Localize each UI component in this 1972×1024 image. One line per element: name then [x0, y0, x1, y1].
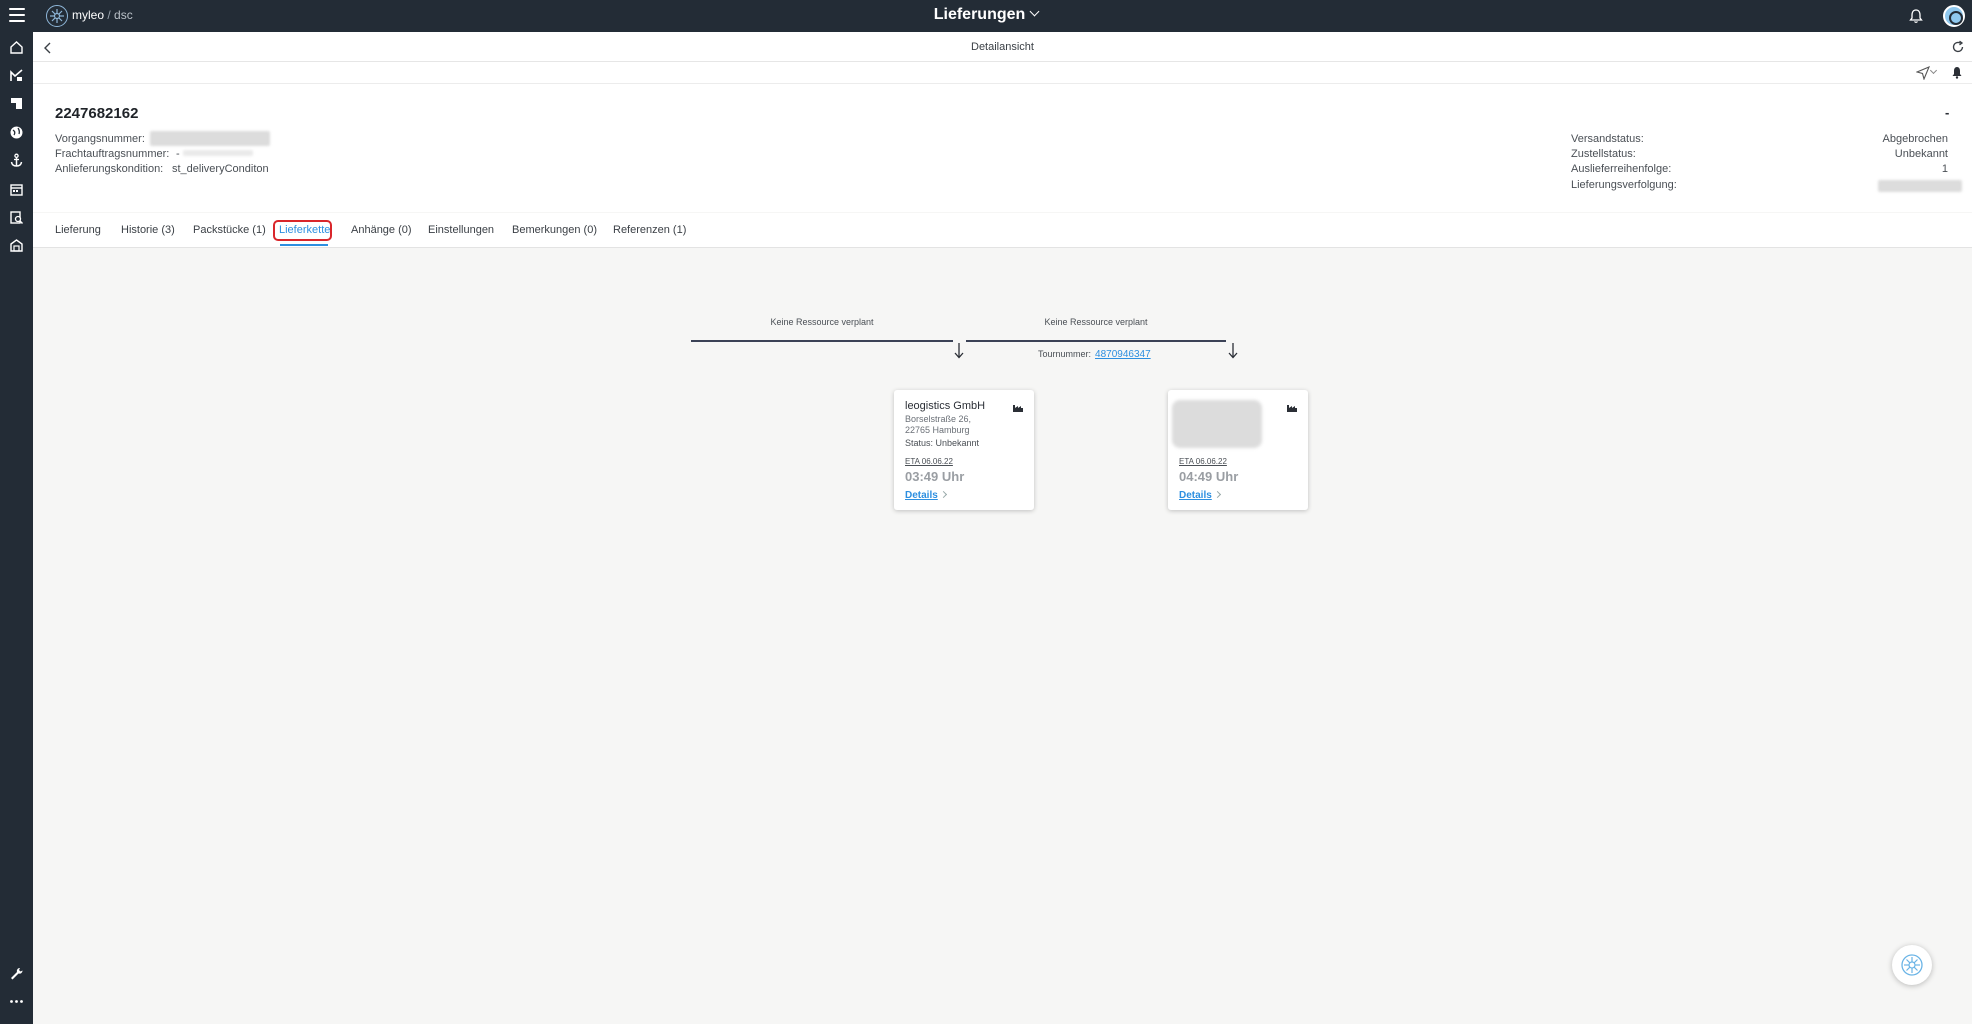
field-label-anlieferungskondition: Anlieferungskondition:	[55, 163, 164, 175]
arrow-down-icon	[954, 343, 964, 359]
anchor-icon[interactable]	[9, 153, 24, 168]
segment-line	[691, 340, 953, 342]
field-label-vorgangsnummer: Vorgangsnummer:	[55, 133, 145, 145]
tour-number-link[interactable]: 4870946347	[1095, 349, 1151, 360]
tab-lieferung[interactable]: Lieferung	[55, 224, 101, 236]
node-time: 03:49 Uhr	[905, 469, 965, 484]
top-bar: myleo / dsc Lieferungen	[0, 0, 1972, 32]
dashboard-icon[interactable]	[9, 96, 24, 111]
node-eta: ETA 06.06.22	[1179, 457, 1227, 466]
active-tab-underline	[280, 244, 328, 246]
field-value-versandstatus: Abgebrochen	[1882, 133, 1948, 145]
tab-packstuecke[interactable]: Packstücke (1)	[193, 224, 266, 236]
brand-sub-label: dsc	[114, 8, 133, 22]
tab-historie[interactable]: Historie (3)	[121, 224, 175, 236]
details-link[interactable]: Details	[905, 490, 947, 501]
tab-einstellungen[interactable]: Einstellungen	[428, 224, 494, 236]
field-label-lieferungsverfolgung: Lieferungsverfolgung:	[1571, 179, 1677, 191]
header-dash: -	[1945, 105, 1950, 120]
field-value-zustellstatus: Unbekannt	[1894, 148, 1948, 160]
more-icon[interactable]	[9, 994, 24, 1009]
brand-label: myleo	[72, 8, 105, 22]
brand-logo-icon[interactable]	[46, 5, 68, 27]
delivery-header-card: 2247682162 - Vorgangsnummer: Frachtauftr…	[33, 84, 1972, 212]
arrow-down-icon	[1228, 343, 1238, 359]
field-value-auslieferreihenfolge: 1	[1941, 163, 1948, 175]
left-nav-rail	[0, 32, 33, 1024]
action-toolbar	[33, 62, 1972, 84]
node-address-line1: Borselstraße 26,	[905, 414, 972, 424]
factory-icon	[1012, 400, 1024, 412]
chevron-down-icon[interactable]	[1929, 66, 1938, 75]
brand-separator: /	[107, 8, 111, 22]
redacted-value	[183, 150, 253, 156]
warehouse-icon[interactable]	[9, 238, 24, 253]
details-link[interactable]: Details	[1179, 490, 1221, 501]
send-icon[interactable]	[1915, 65, 1931, 81]
alert-bell-icon[interactable]	[1951, 66, 1963, 79]
detail-header-bar: Detailansicht	[33, 32, 1972, 62]
delivery-planning-icon[interactable]	[9, 68, 24, 83]
page-title: Detailansicht	[971, 41, 1034, 53]
tab-bemerkungen[interactable]: Bemerkungen (0)	[512, 224, 597, 236]
field-label-auslieferreihenfolge: Auslieferreihenfolge:	[1571, 163, 1672, 175]
field-value-anlieferungskondition: st_deliveryConditon	[172, 163, 269, 175]
document-search-icon[interactable]	[9, 210, 24, 225]
tab-referenzen[interactable]: Referenzen (1)	[613, 224, 686, 236]
refresh-icon[interactable]	[1951, 40, 1965, 54]
tour-info: Tournummer: 4870946347	[1038, 349, 1151, 360]
segment-line	[966, 340, 1226, 342]
calendar-icon[interactable]	[9, 182, 24, 197]
app-title-dropdown: Lieferungen	[0, 6, 1972, 24]
field-value-frachtauftragsnummer: -	[176, 148, 180, 160]
notification-bell-icon[interactable]	[1908, 8, 1924, 24]
delivery-id: 2247682162	[55, 105, 139, 122]
chevron-right-icon	[1213, 490, 1221, 499]
chain-node-card[interactable]: ETA 06.06.22 04:49 Uhr Details	[1168, 390, 1308, 510]
node-time: 04:49 Uhr	[1179, 469, 1239, 484]
redacted-value	[1172, 400, 1262, 448]
details-label: Details	[905, 490, 938, 501]
segment-label: Keine Ressource verplant	[770, 317, 874, 327]
user-avatar[interactable]	[1943, 5, 1965, 27]
chain-node-card[interactable]: leogistics GmbH Borselstraße 26, 22765 H…	[894, 390, 1034, 510]
node-address-line2: 22765 Hamburg	[905, 425, 970, 435]
tab-anhaenge[interactable]: Anhänge (0)	[351, 224, 412, 236]
menu-icon[interactable]	[9, 8, 25, 22]
app-title[interactable]: Lieferungen	[934, 6, 1026, 23]
factory-icon	[1286, 400, 1298, 412]
redacted-value	[150, 131, 270, 146]
field-label-versandstatus: Versandstatus:	[1571, 133, 1644, 145]
chevron-down-icon[interactable]	[1029, 6, 1040, 17]
tab-lieferkette[interactable]: Lieferkette	[279, 224, 330, 236]
tour-label: Tournummer:	[1038, 349, 1092, 359]
assistant-fab[interactable]	[1892, 945, 1932, 985]
segment-label: Keine Ressource verplant	[1044, 317, 1148, 327]
node-status: Status: Unbekannt	[905, 438, 980, 448]
brand-name[interactable]: myleo / dsc	[72, 8, 133, 22]
node-eta: ETA 06.06.22	[905, 457, 953, 466]
field-label-frachtauftragsnummer: Frachtauftragsnummer:	[55, 148, 170, 160]
details-label: Details	[1179, 490, 1212, 501]
wrench-icon[interactable]	[9, 966, 24, 981]
field-label-zustellstatus: Zustellstatus:	[1571, 148, 1636, 160]
globe-icon[interactable]	[9, 125, 24, 140]
redacted-value	[1878, 180, 1962, 192]
detail-tabs: Lieferung Historie (3) Packstücke (1) Li…	[33, 213, 1972, 248]
node-name: leogistics GmbH	[905, 400, 986, 412]
home-icon[interactable]	[9, 40, 24, 55]
chevron-right-icon	[939, 490, 947, 499]
assistant-icon	[1901, 954, 1923, 976]
